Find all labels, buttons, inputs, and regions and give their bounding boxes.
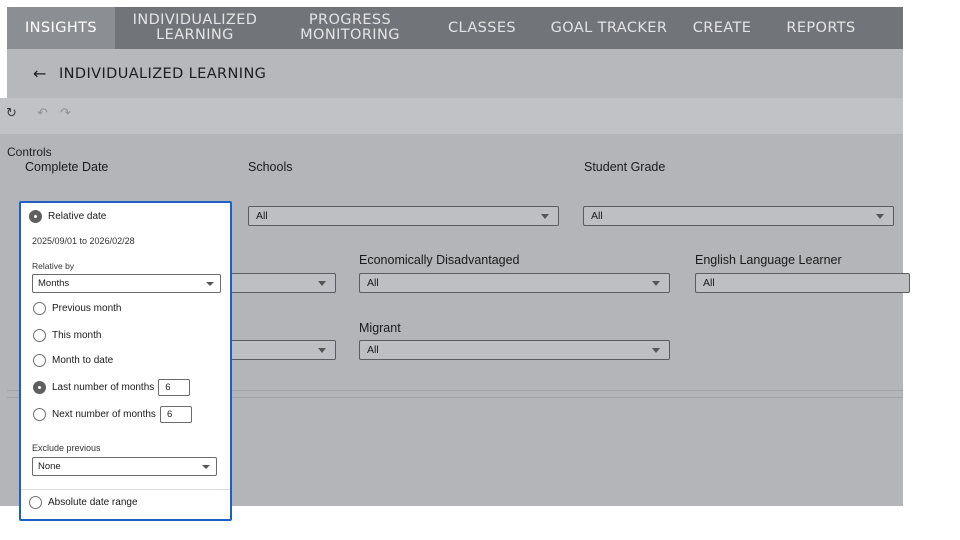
radio-button[interactable] bbox=[33, 302, 46, 315]
this-month-label: This month bbox=[52, 330, 102, 341]
student-grade-value: All bbox=[591, 210, 603, 222]
economically-disadvantaged-value: All bbox=[367, 277, 379, 289]
redo-icon[interactable]: ↷ bbox=[60, 107, 71, 121]
chevron-down-icon bbox=[541, 214, 549, 219]
month-to-date-option[interactable]: Month to date bbox=[33, 354, 113, 367]
last-number-of-months-label: Last number of months bbox=[52, 382, 155, 393]
nav-tab-goal-tracker[interactable]: GOAL TRACKER bbox=[539, 7, 679, 49]
english-language-learner-label: English Language Learner bbox=[695, 253, 842, 267]
nav-tab-individualized-learning[interactable]: INDIVIDUALIZED LEARNING bbox=[115, 7, 275, 49]
student-grade-select[interactable]: All bbox=[583, 206, 894, 226]
radio-button-selected[interactable] bbox=[33, 381, 46, 394]
toolbar: ↻ ↶ ↷ bbox=[0, 98, 903, 134]
chevron-down-icon bbox=[652, 281, 660, 286]
exclude-previous-value: None bbox=[38, 461, 61, 472]
radio-button[interactable] bbox=[33, 408, 46, 421]
next-number-of-months-option[interactable]: Next number of months 6 bbox=[33, 406, 192, 423]
top-navigation: INSIGHTS INDIVIDUALIZED LEARNING PROGRES… bbox=[7, 7, 903, 49]
relative-by-label: Relative by bbox=[32, 261, 75, 271]
migrant-select[interactable]: All bbox=[359, 340, 670, 360]
chevron-down-icon bbox=[318, 348, 326, 353]
nav-tab-insights[interactable]: INSIGHTS bbox=[7, 7, 115, 49]
date-range-text: 2025/09/01 to 2026/02/28 bbox=[32, 236, 135, 246]
english-language-learner-select[interactable]: All bbox=[695, 273, 910, 293]
radio-button[interactable] bbox=[33, 354, 46, 367]
relative-date-label: Relative date bbox=[48, 211, 107, 222]
economically-disadvantaged-label: Economically Disadvantaged bbox=[359, 253, 520, 267]
english-language-learner-value: All bbox=[703, 277, 715, 289]
page-title: INDIVIDUALIZED LEARNING bbox=[59, 66, 267, 82]
app-root: INSIGHTS INDIVIDUALIZED LEARNING PROGRES… bbox=[0, 0, 960, 540]
next-number-of-months-label: Next number of months bbox=[52, 409, 156, 420]
economically-disadvantaged-select[interactable]: All bbox=[359, 273, 670, 293]
nav-tab-create[interactable]: CREATE bbox=[679, 7, 765, 49]
migrant-label: Migrant bbox=[359, 321, 401, 335]
nav-tab-progress-monitoring[interactable]: PROGRESS MONITORING bbox=[275, 7, 425, 49]
student-grade-label: Student Grade bbox=[584, 160, 666, 174]
exclude-previous-select[interactable]: None bbox=[32, 457, 217, 476]
last-number-of-months-option[interactable]: Last number of months 6 bbox=[33, 379, 191, 396]
chevron-down-icon bbox=[206, 282, 214, 286]
next-number-of-months-input[interactable]: 6 bbox=[159, 406, 192, 423]
undo-icon[interactable]: ↶ bbox=[37, 107, 48, 121]
page-header: ← INDIVIDUALIZED LEARNING bbox=[7, 49, 903, 98]
relative-by-select[interactable]: Months bbox=[32, 274, 221, 293]
chevron-down-icon bbox=[876, 214, 884, 219]
complete-date-popup: Relative date 2025/09/01 to 2026/02/28 R… bbox=[19, 201, 232, 521]
chevron-down-icon bbox=[652, 348, 660, 353]
exclude-previous-label: Exclude previous bbox=[32, 443, 101, 453]
schools-value: All bbox=[256, 210, 268, 222]
relative-date-option[interactable]: Relative date bbox=[29, 210, 106, 223]
relative-by-value: Months bbox=[38, 278, 70, 289]
chevron-down-icon bbox=[202, 465, 210, 469]
schools-label: Schools bbox=[248, 160, 293, 174]
previous-month-option[interactable]: Previous month bbox=[33, 302, 121, 315]
absolute-date-range-label: Absolute date range bbox=[48, 497, 138, 508]
nav-tab-reports[interactable]: REPORTS bbox=[765, 7, 877, 49]
this-month-option[interactable]: This month bbox=[33, 329, 101, 342]
absolute-date-range-option[interactable]: Absolute date range bbox=[29, 496, 138, 509]
popup-divider bbox=[21, 489, 230, 490]
schools-select[interactable]: All bbox=[248, 206, 559, 226]
radio-button[interactable] bbox=[29, 496, 42, 509]
controls-title: Controls bbox=[7, 145, 52, 159]
chevron-down-icon bbox=[318, 281, 326, 286]
nav-tab-classes[interactable]: CLASSES bbox=[425, 7, 539, 49]
reset-icon[interactable]: ↻ bbox=[6, 107, 17, 121]
complete-date-label: Complete Date bbox=[25, 160, 109, 174]
radio-button-selected[interactable] bbox=[29, 210, 42, 223]
migrant-value: All bbox=[367, 344, 379, 356]
month-to-date-label: Month to date bbox=[52, 355, 114, 366]
radio-button[interactable] bbox=[33, 329, 46, 342]
back-arrow-icon[interactable]: ← bbox=[33, 65, 46, 82]
last-number-of-months-input[interactable]: 6 bbox=[158, 379, 191, 396]
previous-month-label: Previous month bbox=[52, 303, 122, 314]
